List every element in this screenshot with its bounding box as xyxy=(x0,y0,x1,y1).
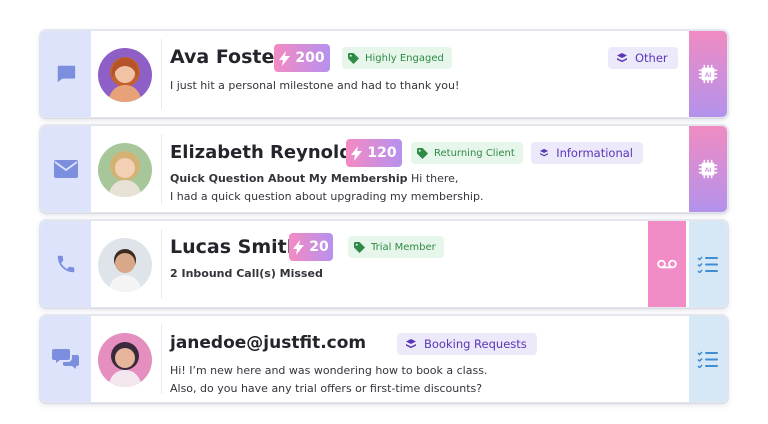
divider xyxy=(161,324,162,394)
avatar xyxy=(98,333,152,387)
message-line: I had a quick question about upgrading m… xyxy=(170,190,484,203)
message-preview: I just hit a personal milestone and had … xyxy=(170,79,460,92)
contact-name[interactable]: Lucas Smith xyxy=(170,236,300,258)
engagement-score-badge: 20 xyxy=(289,233,333,261)
layers-icon xyxy=(617,53,627,63)
divider xyxy=(161,39,162,109)
category-label: Other xyxy=(635,51,668,65)
category-label: Booking Requests xyxy=(424,337,527,351)
contact-name[interactable]: Ava Foster xyxy=(170,46,284,68)
chat-bubble-icon xyxy=(57,65,76,83)
task-list-button[interactable] xyxy=(689,316,727,402)
message-line: Hi! I’m new here and was wondering how t… xyxy=(170,364,488,377)
channel-sms xyxy=(41,316,91,402)
category-badge[interactable]: Booking Requests xyxy=(397,333,537,355)
voicemail-icon xyxy=(657,259,677,269)
phone-icon xyxy=(57,255,75,273)
lightning-icon xyxy=(351,145,363,161)
message-preview: Quick Question About My Membership Hi th… xyxy=(170,170,483,206)
voicemail-button[interactable] xyxy=(648,221,686,307)
layers-icon xyxy=(540,148,549,157)
category-label: Informational xyxy=(556,146,633,160)
score-value: 200 xyxy=(295,50,325,66)
svg-text:AI: AI xyxy=(705,72,712,79)
tag-icon xyxy=(417,147,428,159)
tag-label: Trial Member xyxy=(371,241,436,253)
layers-icon xyxy=(406,339,416,349)
category-badge[interactable]: Other xyxy=(608,47,678,69)
conversation-card[interactable]: Elizabeth Reynolds 120 Returning Client … xyxy=(40,125,728,213)
score-value: 20 xyxy=(309,239,329,255)
engagement-score-badge: 120 xyxy=(346,139,402,167)
channel-chat xyxy=(41,31,91,117)
avatar xyxy=(98,143,152,197)
task-list-icon xyxy=(697,256,718,273)
contact-name[interactable]: Elizabeth Reynolds xyxy=(170,142,363,163)
task-list-icon xyxy=(697,351,718,368)
tag-icon xyxy=(354,241,365,253)
avatar xyxy=(98,238,152,292)
ai-reply-button[interactable]: AI xyxy=(689,31,727,117)
contact-tag[interactable]: Trial Member xyxy=(348,236,444,258)
conversation-card[interactable]: janedoe@justfit.com Booking Requests Hi!… xyxy=(40,315,728,403)
category-badge[interactable]: Informational xyxy=(531,142,643,164)
svg-text:AI: AI xyxy=(705,167,712,174)
email-subject: Quick Question About My Membership xyxy=(170,172,408,185)
channel-email xyxy=(41,126,91,212)
envelope-icon xyxy=(54,160,78,178)
tag-label: Highly Engaged xyxy=(365,52,444,64)
contact-tag[interactable]: Highly Engaged xyxy=(342,47,452,69)
ai-reply-button[interactable]: AI xyxy=(689,126,727,212)
engagement-score-badge: 200 xyxy=(274,44,330,72)
lightning-icon xyxy=(293,239,305,255)
message-line: Also, do you have any trial offers or fi… xyxy=(170,382,483,395)
message-line: Hi there, xyxy=(407,172,459,185)
missed-calls-summary: 2 Inbound Call(s) Missed xyxy=(170,267,323,280)
avatar xyxy=(98,48,152,102)
message-preview: Hi! I’m new here and was wondering how t… xyxy=(170,362,487,398)
ai-chip-icon: AI xyxy=(698,64,718,84)
lightning-icon xyxy=(279,50,291,66)
score-value: 120 xyxy=(367,145,397,161)
ai-chip-icon: AI xyxy=(698,159,718,179)
contact-name[interactable]: janedoe@justfit.com xyxy=(170,333,366,353)
tag-icon xyxy=(348,52,359,64)
tag-label: Returning Client xyxy=(434,147,515,159)
divider xyxy=(161,229,162,299)
sms-bubbles-icon xyxy=(52,349,79,369)
conversation-card[interactable]: Ava Foster 200 Highly Engaged Other I ju… xyxy=(40,30,728,118)
contact-tag[interactable]: Returning Client xyxy=(411,142,523,164)
channel-phone xyxy=(41,221,91,307)
divider xyxy=(161,134,162,204)
conversation-card[interactable]: Lucas Smith 20 Trial Member 2 Inbound Ca… xyxy=(40,220,728,308)
task-list-button[interactable] xyxy=(689,221,727,307)
